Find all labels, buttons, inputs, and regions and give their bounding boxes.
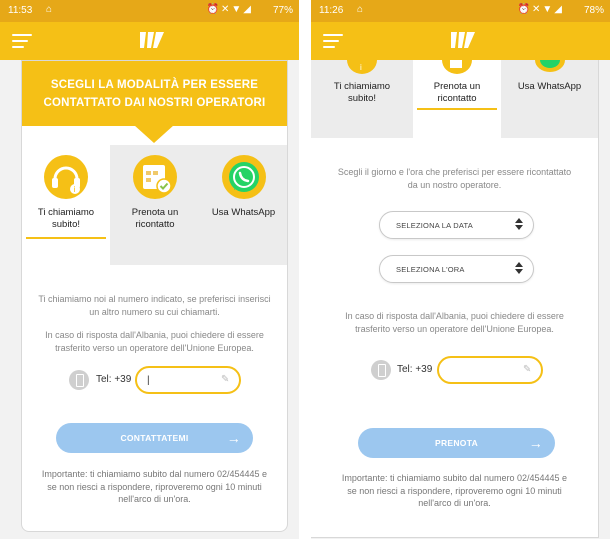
important-note: Importante: ti chiamiamo subito dal nume…	[24, 468, 285, 506]
system-icons: ⏰✕▼◢	[206, 4, 253, 15]
albania-line: trasferito verso un operatore dell'Union…	[55, 342, 254, 353]
svg-text:i: i	[74, 185, 76, 194]
arrow-right-icon: →	[528, 435, 543, 451]
selected-underline	[417, 108, 497, 110]
intro-line: un altro numero su cui chiamarti.	[89, 306, 220, 317]
albania-line: In caso di risposta dall'Albania, puoi c…	[345, 311, 564, 321]
note-line: Importante: ti chiamiamo subito dal nume…	[41, 469, 268, 479]
battery-level: 78%	[583, 5, 604, 16]
option-label: Prenota un	[433, 81, 481, 92]
tel-prefix: Tel: +39	[96, 374, 132, 385]
albania-line: In caso di risposta dall'Albania, puoi c…	[45, 330, 264, 340]
note-line: Importante: ti chiamiamo subito dal nume…	[341, 473, 568, 483]
intro-line: da un nostro operatore.	[407, 179, 502, 190]
app-bar	[0, 22, 299, 60]
calendar-icon	[133, 155, 177, 199]
option-book-callback[interactable]: Prenota un ricontatto	[110, 153, 200, 231]
albania-note: In caso di risposta dall'Albania, puoi c…	[24, 329, 285, 354]
note-line: nell'arco di un'ora.	[418, 498, 491, 508]
contact-mode-header: SCEGLI LA MODALITÀ PER ESSERE CONTATTATO…	[22, 61, 287, 126]
note-line: se non riesci a rispondere, riproveremo …	[347, 485, 562, 496]
option-whatsapp[interactable]: Usa WhatsApp	[200, 153, 287, 219]
date-select-value: SELEZIONA LA DATA	[396, 221, 473, 230]
contact-card: SCEGLI LA MODALITÀ PER ESSERE CONTATTATO…	[21, 60, 288, 532]
intro-line: Scegli il giorno e l'ora che preferisci …	[337, 167, 572, 177]
menu-icon[interactable]	[323, 34, 343, 48]
intro-line: Ti chiamiamo noi al numero indicato, se …	[38, 294, 271, 304]
system-icons: ⏰✕▼◢	[517, 4, 564, 15]
brand-logo	[140, 32, 164, 48]
time-select-value: SELEZIONA L'ORA	[396, 265, 465, 274]
sort-icon	[515, 262, 523, 274]
time-select[interactable]: SELEZIONA L'ORA	[379, 255, 534, 283]
option-label: subito!	[52, 219, 80, 230]
cta-label: CONTATTATEMI	[120, 433, 189, 443]
note-line: se non riesci a rispondere, riproveremo …	[47, 481, 262, 492]
phone-icon	[371, 360, 391, 380]
header-line-1: SCEGLI LA MODALITÀ PER ESSERE	[50, 78, 259, 91]
whatsapp-icon	[221, 155, 266, 199]
book-button[interactable]: PRENOTA →	[358, 428, 555, 458]
tel-prefix: Tel: +39	[397, 364, 433, 375]
option-label: Ti chiamiamo	[333, 81, 391, 92]
brand-logo	[451, 32, 475, 48]
contact-card: i Ti chiamiamo subito! Prenota un ricontat…	[311, 60, 599, 538]
left-screen: 11:53 ⌂ ⏰✕▼◢ 77% SCEGLI LA MODALITÀ PER …	[0, 0, 299, 539]
important-note: Importante: ti chiamiamo subito dal nume…	[317, 472, 592, 510]
sort-icon	[515, 218, 523, 230]
option-label: Ti chiamiamo	[37, 207, 95, 218]
option-label: Usa WhatsApp	[211, 207, 276, 218]
status-bar: 11:53 ⌂ ⏰✕▼◢ 77%	[0, 0, 299, 22]
arrow-right-icon: →	[226, 430, 241, 446]
selected-underline	[26, 237, 106, 239]
status-time: 11:26	[319, 5, 344, 16]
pencil-icon: ✎	[523, 364, 532, 375]
option-call-now[interactable]: i Ti chiamiamo subito!	[22, 153, 110, 239]
pencil-icon: ✎	[221, 374, 230, 385]
option-call-now[interactable]: i Ti chiamiamo subito!	[311, 60, 413, 105]
headset-icon: i	[44, 155, 88, 199]
option-label: ricontatto	[437, 93, 477, 104]
intro-text: Ti chiamiamo noi al numero indicato, se …	[24, 293, 285, 318]
whatsapp-icon	[534, 60, 565, 72]
note-line: nell'arco di un'ora.	[118, 494, 191, 504]
status-bar: 11:26 ⌂ ⏰✕▼◢ 78%	[311, 0, 610, 22]
right-screen: 11:26 ⌂ ⏰✕▼◢ 78% i Ti chiamiamosubito!	[311, 0, 610, 539]
home-icon: ⌂	[46, 4, 53, 15]
status-time: 11:53	[8, 5, 33, 16]
battery-level: 77%	[272, 5, 293, 16]
cta-label: PRENOTA	[434, 438, 479, 448]
contact-me-button[interactable]: CONTATTATEMI →	[56, 423, 253, 453]
phone-icon	[69, 370, 89, 390]
option-book-callback[interactable]: Prenota un ricontatto	[413, 60, 501, 110]
headset-icon: i	[347, 60, 377, 74]
calendar-icon	[442, 60, 472, 74]
option-label: Usa WhatsApp	[517, 81, 582, 92]
option-label: Prenota un	[131, 207, 179, 218]
date-select[interactable]: SELEZIONA LA DATA	[379, 211, 534, 239]
svg-text:i: i	[360, 63, 362, 72]
albania-note: In caso di risposta dall'Albania, puoi c…	[317, 310, 592, 335]
header-pointer	[134, 125, 174, 143]
app-bar	[311, 22, 610, 60]
option-label: subito!	[348, 93, 376, 104]
header-line-2: CONTATTATO DAI NOSTRI OPERATORI	[43, 96, 266, 109]
menu-icon[interactable]	[12, 34, 32, 48]
option-whatsapp[interactable]: Usa WhatsApp	[501, 60, 598, 93]
intro-text: Scegli il giorno e l'ora che preferisci …	[317, 166, 592, 191]
home-icon: ⌂	[357, 4, 364, 15]
albania-line: trasferito verso un operatore dell'Union…	[355, 323, 554, 334]
option-label: ricontatto	[135, 219, 175, 230]
